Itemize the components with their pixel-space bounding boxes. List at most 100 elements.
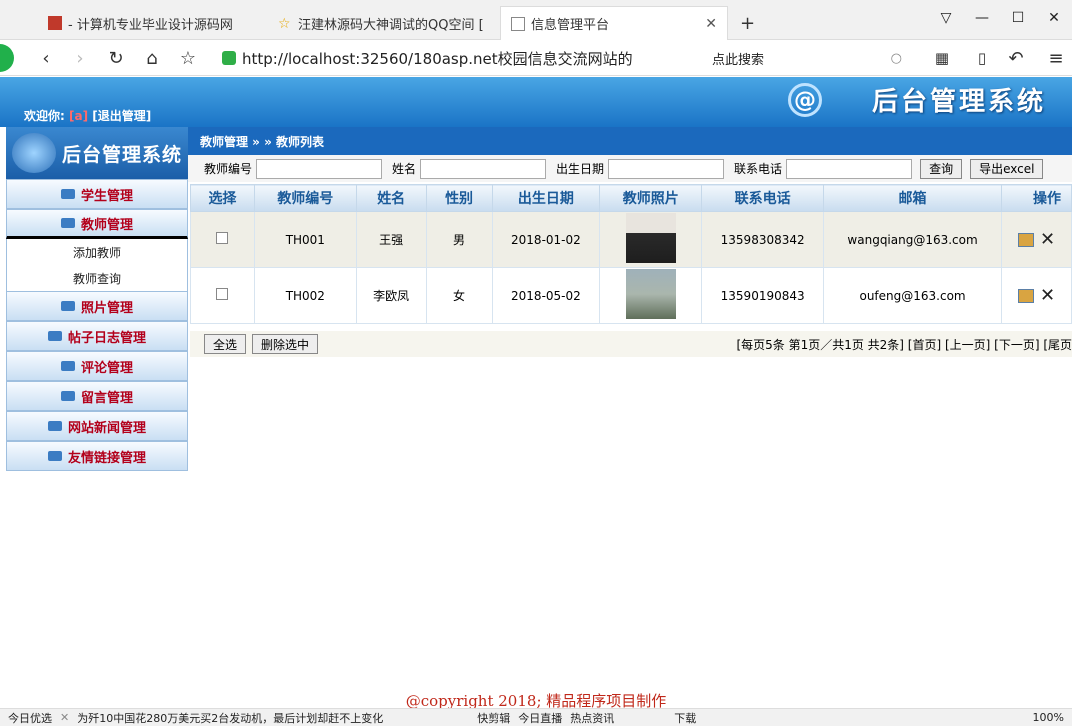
- col-header: 姓名: [355, 184, 427, 212]
- menu-post-log[interactable]: 帖子日志管理: [6, 321, 188, 351]
- birth-input[interactable]: [608, 158, 725, 179]
- col-header: 选择: [190, 184, 255, 212]
- teacher-photo: [625, 213, 676, 263]
- hot-news[interactable]: 热点资讯: [570, 710, 614, 726]
- minimize-icon[interactable]: —: [964, 0, 1000, 36]
- row-checkbox[interactable]: [216, 232, 229, 244]
- phone-label: 联系电话: [734, 162, 783, 176]
- edit-icon[interactable]: [1017, 288, 1034, 303]
- teacher-id: TH002: [253, 267, 357, 324]
- browser-logo-icon: [0, 44, 14, 72]
- close-window-icon[interactable]: ✕: [1036, 0, 1072, 36]
- teacher-photo-cell: [599, 211, 703, 268]
- row-select-cell: [190, 267, 255, 324]
- menu-links[interactable]: 友情链接管理: [6, 441, 188, 471]
- menu-label: 学生管理: [80, 188, 133, 204]
- banner-title: 后台管理系统: [871, 87, 1046, 117]
- reload-icon[interactable]: ↻: [104, 46, 128, 70]
- home-icon[interactable]: ⌂: [140, 46, 164, 70]
- forward-icon[interactable]: ›: [68, 46, 92, 70]
- news-ticker[interactable]: 为歼10中国花280万美元买2台发动机，最后计划却赶不上变化: [77, 710, 457, 726]
- admin-app: @ 后台管理系统 欢迎你: [a] [退出管理] 后台管理系统 学生管理 教师管…: [0, 77, 1072, 710]
- teacher-phone: 13590190843: [701, 267, 825, 324]
- submenu-add-teacher[interactable]: 添加教师: [6, 239, 188, 265]
- logout-link[interactable]: [退出管理]: [92, 109, 151, 123]
- site-favicon-icon: [48, 16, 62, 30]
- menu-label: 评论管理: [80, 360, 133, 376]
- browser-tab-1[interactable]: - 计算机专业毕业设计源码网: [38, 6, 268, 40]
- teacher-id-input[interactable]: [256, 158, 383, 179]
- close-tab-icon[interactable]: ✕: [705, 16, 717, 32]
- tab-title: - 计算机专业毕业设计源码网: [68, 17, 233, 33]
- delete-selected-button[interactable]: 删除选中: [252, 334, 319, 354]
- delete-icon[interactable]: ✕: [1040, 285, 1055, 306]
- menu-item-icon: [60, 361, 75, 371]
- teacher-email: wangqiang@163.com: [823, 211, 1002, 268]
- menu-label: 友情链接管理: [67, 450, 146, 466]
- export-excel-button[interactable]: 导出excel: [970, 158, 1044, 179]
- menu-item-icon: [60, 391, 75, 401]
- menu-teacher[interactable]: 教师管理: [6, 209, 188, 239]
- address-bar[interactable]: http://localhost:32560/180asp.net校园信息交流网…: [222, 46, 700, 70]
- close-news-icon[interactable]: ✕: [60, 711, 69, 724]
- apps-icon[interactable]: ▦: [930, 46, 954, 70]
- name-label: 姓名: [392, 162, 417, 176]
- search-box[interactable]: 点此搜索 ○: [712, 46, 908, 70]
- edit-icon[interactable]: [1017, 232, 1034, 247]
- table-row: TH001 王强 男 2018-01-02 13598308342 wangqi…: [190, 211, 1072, 268]
- menu-item-icon: [47, 421, 62, 431]
- name-input[interactable]: [420, 158, 547, 179]
- col-header: 操作: [1001, 184, 1072, 212]
- menu-item-icon: [47, 331, 62, 341]
- teacher-id-label: 教师编号: [204, 162, 253, 176]
- menu-message[interactable]: 留言管理: [6, 381, 188, 411]
- browser-tab-2[interactable]: ☆ 汪建林源码大神调试的QQ空间 [: [268, 6, 500, 40]
- col-header: 出生日期: [491, 184, 601, 212]
- select-all-button[interactable]: 全选: [204, 334, 247, 354]
- undo-icon[interactable]: ↶: [1004, 46, 1028, 70]
- browser-tab-active[interactable]: 信息管理平台 ✕: [500, 6, 728, 40]
- device-icon[interactable]: ▯: [970, 46, 994, 70]
- download-button[interactable]: 下载: [674, 710, 696, 726]
- menu-news[interactable]: 网站新闻管理: [6, 411, 188, 441]
- zoom-level[interactable]: 100%: [1033, 711, 1064, 724]
- menu-icon[interactable]: ≡: [1044, 46, 1068, 70]
- new-tab-button[interactable]: +: [730, 6, 760, 40]
- page-favicon-icon: [511, 16, 525, 31]
- menu-label: 留言管理: [80, 390, 133, 406]
- tab-title: 信息管理平台: [531, 18, 610, 33]
- status-today-picks[interactable]: 今日优选: [8, 710, 52, 726]
- maximize-icon[interactable]: ☐: [1000, 0, 1036, 36]
- query-button[interactable]: 查询: [920, 158, 963, 179]
- phone-input[interactable]: [786, 158, 913, 179]
- col-header: 邮箱: [823, 184, 1002, 212]
- menu-label: 帖子日志管理: [67, 330, 146, 346]
- skin-icon[interactable]: ▽: [928, 0, 964, 36]
- browser-toolbar: ‹ › ↻ ⌂ ☆ http://localhost:32560/180asp.…: [0, 40, 1072, 76]
- browser-status-bar: 今日优选 ✕ 为歼10中国花280万美元买2台发动机，最后计划却赶不上变化 快剪…: [0, 708, 1072, 726]
- col-header: 联系电话: [701, 184, 825, 212]
- back-icon[interactable]: ‹: [34, 46, 58, 70]
- teacher-gender: 男: [425, 211, 493, 268]
- breadcrumb: 教师管理 » » 教师列表: [188, 127, 1072, 155]
- delete-icon[interactable]: ✕: [1040, 229, 1055, 250]
- quick-clip[interactable]: 快剪辑: [477, 710, 510, 726]
- submenu-query-teacher[interactable]: 教师查询: [6, 265, 188, 291]
- teacher-photo: [625, 269, 676, 319]
- sidebar-title: 后台管理系统: [62, 143, 183, 166]
- system-logo-icon: [12, 133, 56, 173]
- bookmark-star-icon[interactable]: ☆: [176, 46, 200, 70]
- menu-label: 教师管理: [80, 217, 133, 233]
- pagination[interactable]: [每页5条 第1页／共1页 共2条] [首页] [上一页] [下一页] [尾页: [736, 336, 1072, 353]
- search-icon[interactable]: ○: [891, 51, 902, 66]
- sidebar-header: 后台管理系统: [6, 127, 188, 179]
- live-today[interactable]: 今日直播: [518, 710, 562, 726]
- teacher-photo-cell: [599, 267, 703, 324]
- menu-item-icon: [60, 189, 75, 199]
- row-checkbox[interactable]: [216, 288, 229, 300]
- menu-student[interactable]: 学生管理: [6, 179, 188, 209]
- teacher-gender: 女: [425, 267, 493, 324]
- menu-comment[interactable]: 评论管理: [6, 351, 188, 381]
- menu-photo[interactable]: 照片管理: [6, 291, 188, 321]
- table-header-row: 选择 教师编号 姓名 性别 出生日期 教师照片 联系电话 邮箱 操作: [190, 184, 1072, 212]
